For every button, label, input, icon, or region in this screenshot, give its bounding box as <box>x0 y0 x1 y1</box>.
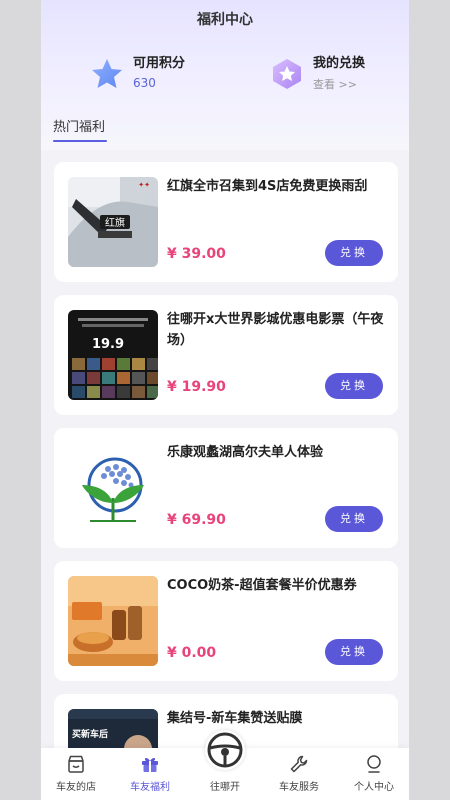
benefit-thumbnail <box>68 576 158 666</box>
benefit-title: 往哪开x大世界影城优惠电影票（午夜场） <box>167 312 384 348</box>
golf-logo-icon <box>68 443 158 533</box>
tab-hot-benefits[interactable]: 热门福利 <box>53 116 105 135</box>
thumb-price-text: 19.9 <box>92 337 124 352</box>
star-icon <box>92 59 122 88</box>
my-exchange[interactable]: 我的兑换 查看 >> <box>269 52 399 96</box>
points-value: 630 <box>133 76 156 90</box>
exchange-button[interactable]: 兑换 <box>325 373 383 399</box>
thumb-brand-text: 红旗 <box>105 216 125 229</box>
tab-store[interactable]: 车友的店 <box>41 748 111 800</box>
thumb-promo-text: 买新车后 <box>72 728 108 740</box>
exchange-button[interactable]: 兑换 <box>325 639 383 665</box>
steering-wheel-icon <box>207 732 243 768</box>
benefit-price: ¥ 19.90 <box>167 379 226 395</box>
benefit-price: ¥ 0.00 <box>167 645 217 661</box>
exchange-label: 我的兑换 <box>313 56 366 71</box>
benefit-card[interactable]: 乐康观蠡湖高尔夫单人体验 ¥ 69.90 兑换 <box>54 428 398 548</box>
tab-benefits[interactable]: 车友福利 <box>115 748 185 800</box>
tab-active-indicator <box>53 140 107 142</box>
benefit-title: 乐康观蠡湖高尔夫单人体验 <box>167 445 324 460</box>
tab-label: 车友的店 <box>56 782 96 793</box>
exchange-button[interactable]: 兑换 <box>325 506 383 532</box>
page-title: 福利中心 <box>197 12 253 28</box>
store-icon <box>68 755 84 773</box>
svg-text:✦✦: ✦✦ <box>138 181 150 189</box>
exchange-button[interactable]: 兑换 <box>325 240 383 266</box>
benefit-thumbnail: 19.9 <box>68 310 158 400</box>
header: 福利中心 可用积分 630 我的兑换 查看 >> 热门福利 <box>41 0 409 150</box>
benefit-title: 集结号-新车集赞送贴膜 <box>167 711 303 726</box>
tab-label: 个人中心 <box>354 782 394 793</box>
tab-label: 车友服务 <box>279 782 319 793</box>
gift-icon <box>142 757 158 772</box>
phone-screen: 福利中心 可用积分 630 我的兑换 查看 >> 热门福利 红旗 ✦✦ 红旗全市… <box>41 0 409 800</box>
benefit-price: ¥ 39.00 <box>167 246 226 262</box>
exchange-icon <box>273 59 301 89</box>
benefit-thumbnail: 红旗 ✦✦ <box>68 177 158 267</box>
tab-label: 车友福利 <box>130 782 170 793</box>
benefit-card[interactable]: 19.9 往哪开x大世界影城优惠电影票（午夜场） ¥ 19.90 兑换 <box>54 295 398 415</box>
tab-profile[interactable]: 个人中心 <box>339 748 409 800</box>
where-to-go-center-button[interactable] <box>205 730 245 770</box>
exchange-view-link[interactable]: 查看 >> <box>313 76 357 92</box>
benefit-card[interactable]: 红旗 ✦✦ 红旗全市召集到4S店免费更换雨刮 ¥ 39.00 兑换 <box>54 162 398 282</box>
person-icon <box>367 755 381 773</box>
benefit-thumbnail <box>68 443 158 533</box>
benefit-price: ¥ 69.90 <box>167 512 226 528</box>
benefit-title: 红旗全市召集到4S店免费更换雨刮 <box>167 179 368 194</box>
benefit-title: COCO奶茶-超值套餐半价优惠券 <box>167 578 357 593</box>
wrench-icon <box>290 755 308 773</box>
tab-service[interactable]: 车友服务 <box>264 748 334 800</box>
points-label: 可用积分 <box>133 56 186 71</box>
points-summary[interactable]: 可用积分 630 <box>89 52 219 96</box>
benefit-card[interactable]: COCO奶茶-超值套餐半价优惠券 ¥ 0.00 兑换 <box>54 561 398 681</box>
tab-label: 往哪开 <box>210 782 240 793</box>
